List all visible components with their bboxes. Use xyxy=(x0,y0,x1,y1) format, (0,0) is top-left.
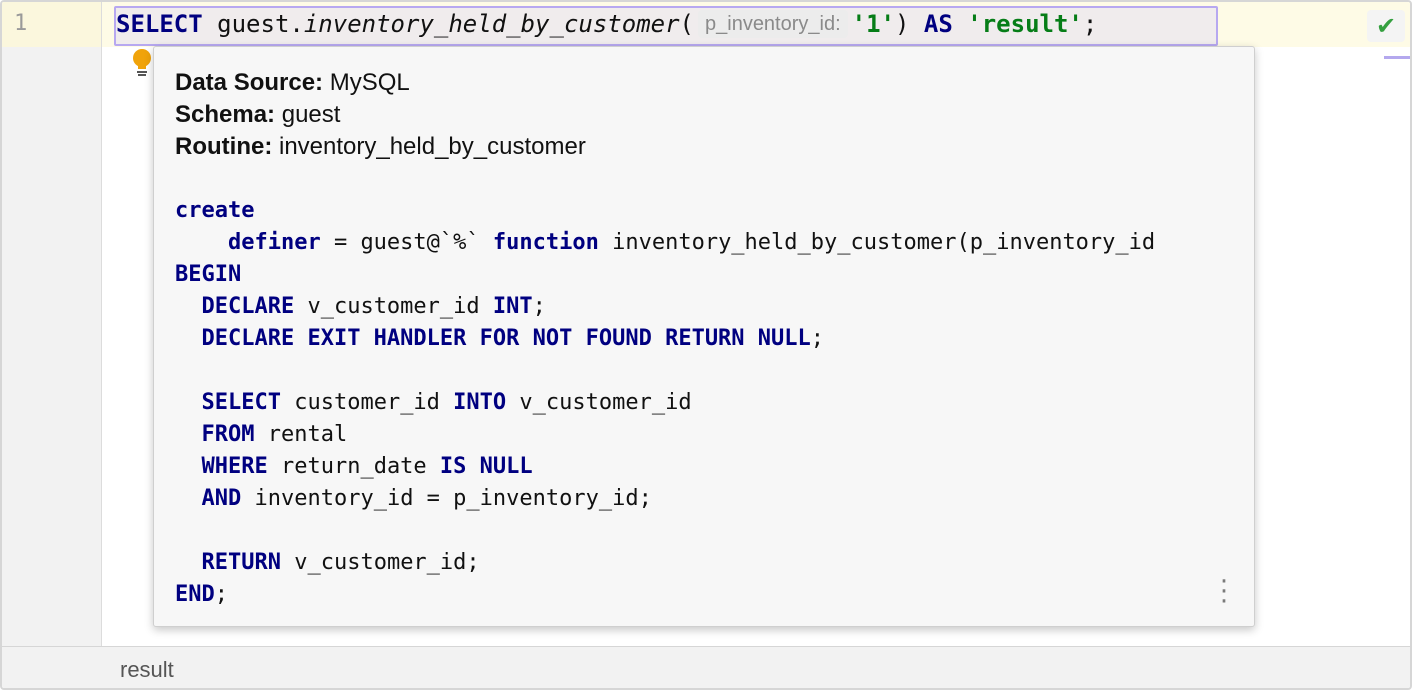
meta-routine: Routine: inventory_held_by_customer xyxy=(175,133,586,160)
line-number: 1 xyxy=(14,11,28,36)
open-paren: ( xyxy=(679,10,694,38)
keyword-select: SELECT xyxy=(116,10,203,38)
checkmark-icon[interactable]: ✔ xyxy=(1367,10,1405,42)
results-tab-result[interactable]: result xyxy=(120,657,174,683)
sql-editor-window: 1 SELECT guest.inventory_held_by_custome… xyxy=(0,0,1412,690)
gutter-current-line: 1 xyxy=(2,2,102,47)
meta-data-source: Data Source: MySQL xyxy=(175,69,410,96)
keyword-as: AS xyxy=(923,10,953,38)
parameter-name-hint: p_inventory_id: xyxy=(698,10,848,38)
alias-string: 'result' xyxy=(967,10,1083,38)
argument-value: '1' xyxy=(851,10,896,38)
routine-source-code: create definer = guest@`%` function inve… xyxy=(175,198,1156,607)
results-tab-bar: result xyxy=(2,646,1410,688)
editor-code-line[interactable]: SELECT guest.inventory_held_by_customer(… xyxy=(116,9,1097,39)
meta-schema: Schema: guest xyxy=(175,101,341,128)
routine-documentation-popup: Data Source: MySQL Schema: guest Routine… xyxy=(153,46,1255,627)
routine-metadata: Data Source: MySQL Schema: guest Routine… xyxy=(175,67,586,163)
schema-prefix: guest. xyxy=(202,10,304,38)
scrollbar-marker xyxy=(1384,56,1410,59)
function-call-name[interactable]: inventory_held_by_customer xyxy=(304,10,680,38)
line-gutter xyxy=(2,2,102,646)
semicolon: ; xyxy=(1082,10,1098,38)
lightbulb-icon[interactable] xyxy=(130,47,154,77)
close-paren: ) xyxy=(895,10,910,38)
more-vertical-icon[interactable]: · · · xyxy=(1214,569,1234,615)
